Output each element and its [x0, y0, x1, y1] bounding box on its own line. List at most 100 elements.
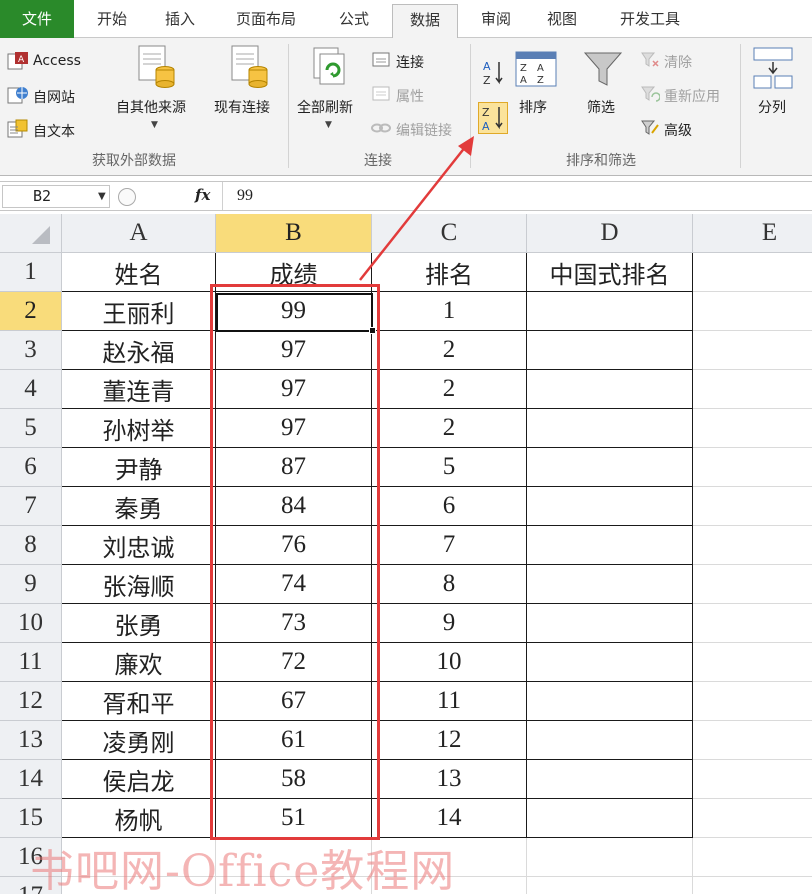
- row-header[interactable]: 16: [0, 838, 62, 877]
- cell-score[interactable]: 61: [216, 721, 372, 760]
- cell-header-score[interactable]: 成绩: [216, 253, 372, 292]
- cell-header-rank[interactable]: 排名: [372, 253, 527, 292]
- cell-empty[interactable]: [693, 526, 812, 565]
- cell-name[interactable]: 张海顺: [62, 565, 216, 604]
- cell-header-name[interactable]: 姓名: [62, 253, 216, 292]
- cell-chinese-rank[interactable]: [527, 487, 693, 526]
- cell-empty[interactable]: [693, 682, 812, 721]
- column-header-a[interactable]: A: [62, 214, 216, 253]
- cell-chinese-rank[interactable]: [527, 799, 693, 838]
- cell-score[interactable]: 73: [216, 604, 372, 643]
- tab-insert[interactable]: 插入: [150, 0, 210, 38]
- cell-empty[interactable]: [216, 877, 372, 894]
- cell-empty[interactable]: [693, 799, 812, 838]
- cell-rank[interactable]: 14: [372, 799, 527, 838]
- cell-chinese-rank[interactable]: [527, 682, 693, 721]
- cell-rank[interactable]: 10: [372, 643, 527, 682]
- cell-empty[interactable]: [693, 370, 812, 409]
- select-all-corner[interactable]: [0, 214, 62, 253]
- row-header[interactable]: 8: [0, 526, 62, 565]
- tab-developer[interactable]: 开发工具: [604, 0, 696, 38]
- tab-review[interactable]: 审阅: [468, 0, 524, 38]
- sort-ascending-icon[interactable]: AZ: [482, 58, 506, 88]
- row-header[interactable]: 13: [0, 721, 62, 760]
- row-header[interactable]: 2: [0, 292, 62, 331]
- cell-name[interactable]: 赵永福: [62, 331, 216, 370]
- cell-header-chinese-rank[interactable]: 中国式排名: [527, 253, 693, 292]
- cell-empty[interactable]: [693, 409, 812, 448]
- cell-rank[interactable]: 2: [372, 409, 527, 448]
- cell-name[interactable]: 孙树举: [62, 409, 216, 448]
- row-header[interactable]: 10: [0, 604, 62, 643]
- cell-empty[interactable]: [693, 643, 812, 682]
- cell-name[interactable]: 张勇: [62, 604, 216, 643]
- tab-view[interactable]: 视图: [534, 0, 590, 38]
- cell-empty[interactable]: [693, 331, 812, 370]
- cell-chinese-rank[interactable]: [527, 370, 693, 409]
- cell-rank[interactable]: 7: [372, 526, 527, 565]
- cell-rank[interactable]: 1: [372, 292, 527, 331]
- cell-name[interactable]: 侯启龙: [62, 760, 216, 799]
- cell-name[interactable]: 王丽利: [62, 292, 216, 331]
- row-header[interactable]: 6: [0, 448, 62, 487]
- chevron-down-icon[interactable]: ▼: [98, 185, 106, 208]
- column-header-b[interactable]: B: [216, 214, 372, 253]
- cell-empty[interactable]: [693, 721, 812, 760]
- column-header-e[interactable]: E: [693, 214, 812, 253]
- cell-score[interactable]: 97: [216, 409, 372, 448]
- cell-name[interactable]: 刘忠诚: [62, 526, 216, 565]
- cell-score[interactable]: 76: [216, 526, 372, 565]
- row-header[interactable]: 3: [0, 331, 62, 370]
- row-header[interactable]: 4: [0, 370, 62, 409]
- cell-empty[interactable]: [372, 877, 527, 894]
- cell-empty[interactable]: [693, 877, 812, 894]
- row-header[interactable]: 12: [0, 682, 62, 721]
- row-header[interactable]: 17: [0, 877, 62, 894]
- tab-home[interactable]: 开始: [82, 0, 142, 38]
- cell-chinese-rank[interactable]: [527, 331, 693, 370]
- row-header[interactable]: 7: [0, 487, 62, 526]
- insert-function-button[interactable]: fx: [195, 186, 210, 204]
- column-header-d[interactable]: D: [527, 214, 693, 253]
- cell-rank[interactable]: 9: [372, 604, 527, 643]
- cell-empty[interactable]: [372, 838, 527, 877]
- cell-chinese-rank[interactable]: [527, 760, 693, 799]
- cell-name[interactable]: 董连青: [62, 370, 216, 409]
- cell-empty[interactable]: [693, 838, 812, 877]
- cell-score[interactable]: 67: [216, 682, 372, 721]
- cell-empty[interactable]: [62, 877, 216, 894]
- cell-rank[interactable]: 2: [372, 370, 527, 409]
- cell-empty[interactable]: [62, 838, 216, 877]
- cell-empty[interactable]: [693, 565, 812, 604]
- cell-score[interactable]: 74: [216, 565, 372, 604]
- tab-formulas[interactable]: 公式: [324, 0, 384, 38]
- cell-name[interactable]: 胥和平: [62, 682, 216, 721]
- cell-chinese-rank[interactable]: [527, 409, 693, 448]
- formula-bar-handle-icon[interactable]: [118, 188, 136, 206]
- name-box[interactable]: B2: [2, 185, 110, 208]
- sort-descending-icon[interactable]: ZA: [478, 102, 508, 134]
- cell-name[interactable]: 秦勇: [62, 487, 216, 526]
- cell-name[interactable]: 杨帆: [62, 799, 216, 838]
- column-header-c[interactable]: C: [372, 214, 527, 253]
- cell-rank[interactable]: 12: [372, 721, 527, 760]
- row-header[interactable]: 11: [0, 643, 62, 682]
- cell-name[interactable]: 尹静: [62, 448, 216, 487]
- cell-score[interactable]: 97: [216, 370, 372, 409]
- cell-chinese-rank[interactable]: [527, 292, 693, 331]
- cell-score[interactable]: 51: [216, 799, 372, 838]
- cell-chinese-rank[interactable]: [527, 643, 693, 682]
- cell-empty[interactable]: [693, 604, 812, 643]
- cell-rank[interactable]: 5: [372, 448, 527, 487]
- cell-chinese-rank[interactable]: [527, 565, 693, 604]
- cell-empty[interactable]: [693, 487, 812, 526]
- cell-rank[interactable]: 11: [372, 682, 527, 721]
- cell-score[interactable]: 72: [216, 643, 372, 682]
- tab-file[interactable]: 文件: [0, 0, 74, 38]
- formula-input[interactable]: 99: [222, 182, 810, 210]
- cell-empty[interactable]: [693, 760, 812, 799]
- tab-data[interactable]: 数据: [392, 4, 458, 39]
- cell-empty[interactable]: [527, 838, 693, 877]
- cell-score[interactable]: 58: [216, 760, 372, 799]
- fill-handle[interactable]: [369, 327, 376, 334]
